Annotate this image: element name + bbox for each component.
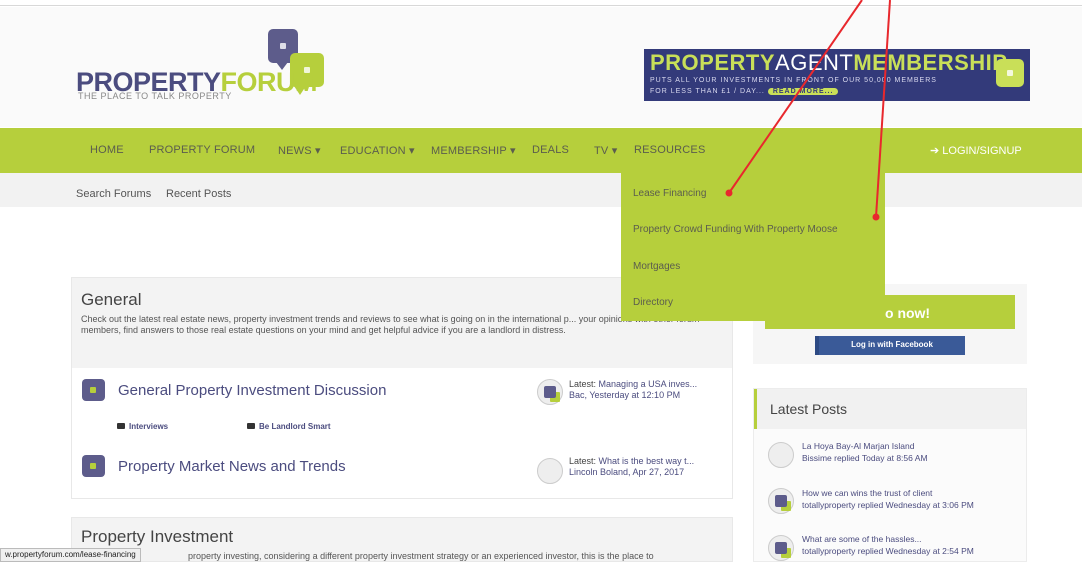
banner-line-2-text: FOR LESS THAN £1 / DAY... [650, 88, 765, 95]
browser-top-edge [0, 0, 1082, 6]
latest-post-title[interactable]: La Hoya Bay-Al Marjan Island [802, 441, 914, 451]
latest-post-title[interactable]: How we can wins the trust of client [802, 488, 932, 498]
subforum-label: Be Landlord Smart [259, 422, 331, 431]
latest-thread-link[interactable]: What is the best way t... [599, 456, 695, 466]
forum-icon [82, 455, 105, 477]
site-logo[interactable]: PROPERTYFORUM THE PLACE TO TALK PROPERTY [76, 29, 346, 109]
folder-icon [117, 423, 125, 429]
sub-navigation: Search Forums Recent Posts [0, 173, 1082, 207]
latest-label: Latest: [569, 379, 597, 389]
main-navigation: HOME PROPERTY FORUM NEWS ▾ EDUCATION ▾ M… [0, 128, 1082, 173]
latest-thread-meta[interactable]: Bac, Yesterday at 12:10 PM [569, 390, 680, 400]
property-investment-category-panel: Property Investment property investing, … [71, 517, 733, 562]
subforum-link-be-landlord-smart[interactable]: Be Landlord Smart [247, 422, 331, 431]
subforum-link-interviews[interactable]: Interviews [117, 422, 168, 431]
nav-home[interactable]: HOME [90, 144, 124, 156]
nav-tv[interactable]: TV ▾ [594, 144, 617, 157]
site-header: PROPERTYFORUM THE PLACE TO TALK PROPERTY… [0, 7, 1082, 127]
user-avatar[interactable] [768, 535, 794, 561]
menu-item-property-crowd-funding[interactable]: Property Crowd Funding With Property Moo… [633, 224, 838, 235]
latest-posts-panel: Latest Posts La Hoya Bay-Al Marjan Islan… [753, 388, 1027, 562]
nav-news[interactable]: NEWS ▾ [278, 144, 321, 157]
login-signup-link[interactable]: ➔ LOGIN/SIGNUP [930, 144, 1022, 157]
latest-posts-header: Latest Posts [754, 389, 1026, 429]
banner-title-a: PROPERTY [650, 50, 776, 75]
facebook-login-button[interactable]: Log in with Facebook [815, 336, 965, 355]
banner-title: PROPERTYAGENTMEMBERSHIP [650, 50, 1007, 76]
nav-deals[interactable]: DEALS [532, 144, 569, 156]
latest-posts-title: Latest Posts [770, 401, 848, 417]
browser-status-url: w.propertyforum.com/lease-financing [0, 548, 141, 562]
user-avatar[interactable] [537, 379, 563, 405]
user-avatar[interactable] [537, 458, 563, 484]
banner-line-1: PUTS ALL YOUR INVESTMENTS IN FRONT OF OU… [650, 77, 937, 84]
forum-title-market-news[interactable]: Property Market News and Trends [118, 458, 346, 475]
latest-post-meta: Bissime replied Today at 8:56 AM [802, 453, 928, 463]
latest-post-meta: totallyproperty replied Wednesday at 2:5… [802, 546, 974, 556]
search-forums-link[interactable]: Search Forums [76, 188, 151, 200]
nav-membership[interactable]: MEMBERSHIP ▾ [431, 144, 516, 157]
latest-thread-line: Latest: What is the best way t... [569, 456, 694, 466]
nav-property-forum[interactable]: PROPERTY FORUM [149, 144, 255, 156]
banner-title-c: MEMBERSHIP [853, 50, 1008, 75]
nav-resources[interactable]: RESOURCES [634, 144, 705, 156]
menu-item-directory[interactable]: Directory [633, 297, 673, 308]
category-description-property-investment: property investing, considering a differ… [188, 551, 654, 561]
join-now-text: o now! [885, 305, 931, 321]
latest-post-meta: totallyproperty replied Wednesday at 3:0… [802, 500, 974, 510]
user-avatar[interactable] [768, 442, 794, 468]
folder-icon [247, 423, 255, 429]
category-title-property-investment[interactable]: Property Investment [81, 527, 233, 547]
resources-dropdown-menu: Lease Financing Property Crowd Funding W… [621, 173, 885, 321]
latest-thread-line: Latest: Managing a USA inves... [569, 379, 697, 389]
banner-bubble-icon [996, 59, 1024, 87]
banner-line-2: FOR LESS THAN £1 / DAY... READ MORE... [650, 88, 839, 95]
forum-title-general-discussion[interactable]: General Property Investment Discussion [118, 382, 386, 399]
membership-banner-ad[interactable]: PROPERTYAGENTMEMBERSHIP PUTS ALL YOUR IN… [644, 49, 1030, 101]
subforum-label: Interviews [129, 422, 169, 431]
latest-thread-link[interactable]: Managing a USA inves... [599, 379, 698, 389]
menu-item-mortgages[interactable]: Mortgages [633, 261, 680, 272]
latest-label: Latest: [569, 456, 597, 466]
menu-item-lease-financing[interactable]: Lease Financing [633, 188, 706, 199]
recent-posts-link[interactable]: Recent Posts [166, 188, 231, 200]
user-avatar[interactable] [768, 488, 794, 514]
latest-thread-meta[interactable]: Lincoln Boland, Apr 27, 2017 [569, 467, 684, 477]
category-title-general[interactable]: General [81, 290, 141, 310]
banner-title-b: AGENT [775, 50, 854, 75]
forum-icon [82, 379, 105, 401]
logo-tagline: THE PLACE TO TALK PROPERTY [78, 91, 232, 101]
facebook-login-label: Log in with Facebook [851, 340, 933, 349]
nav-education[interactable]: EDUCATION ▾ [340, 144, 415, 157]
banner-read-more[interactable]: READ MORE... [767, 88, 839, 95]
logo-accent-text: FORUM [220, 67, 318, 97]
latest-post-title[interactable]: What are some of the hassles... [802, 534, 922, 544]
